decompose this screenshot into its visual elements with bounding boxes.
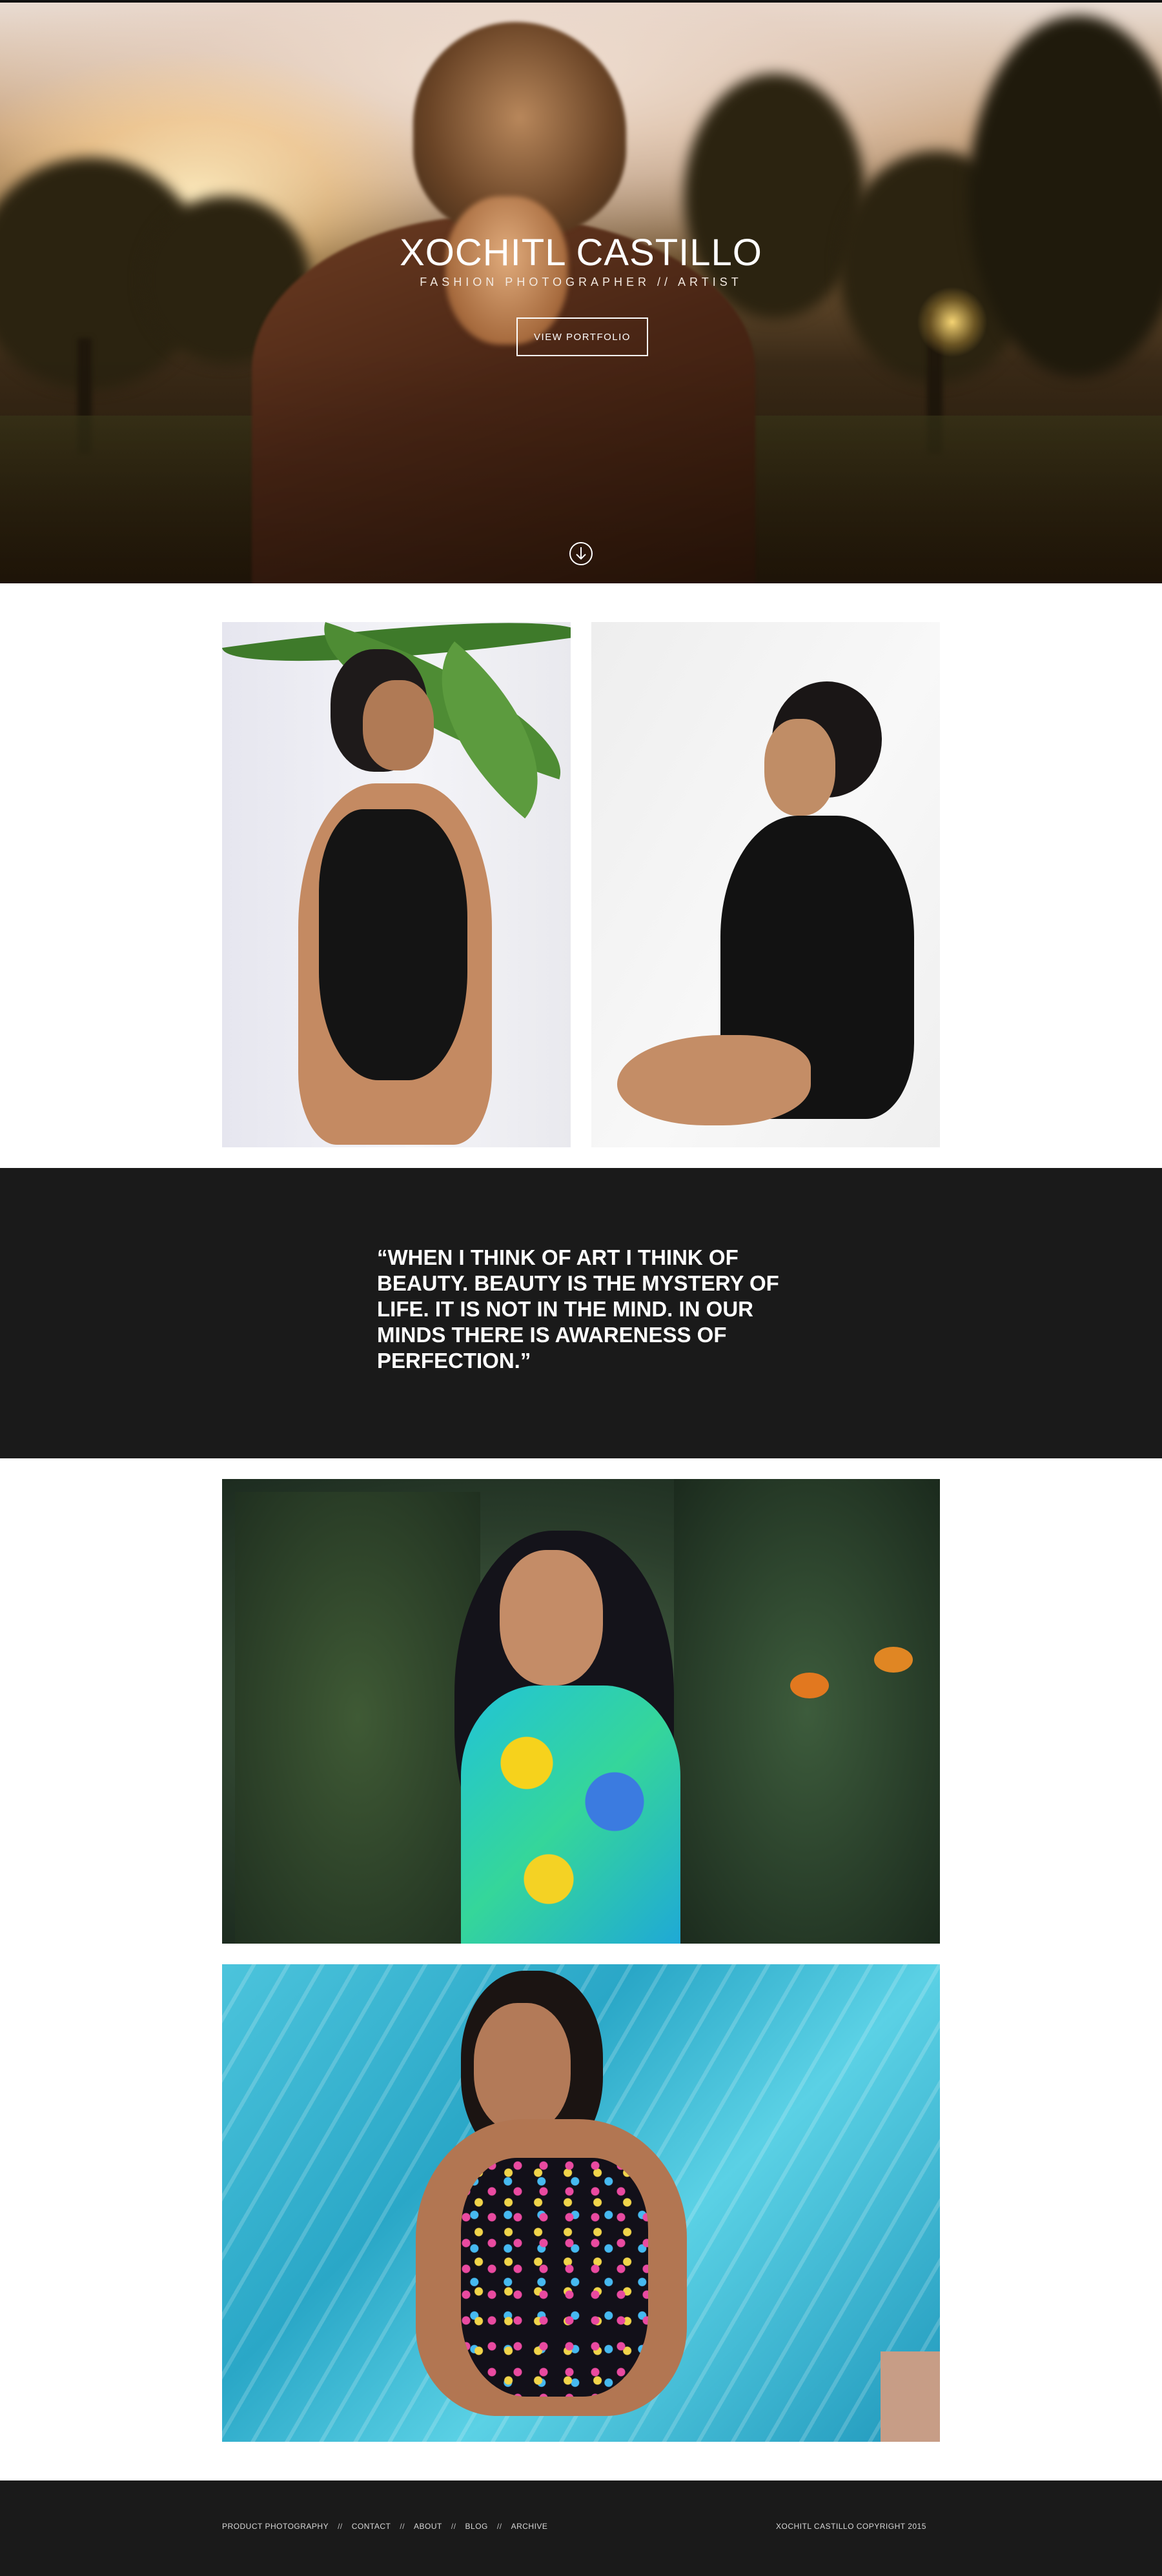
footer-separator: // (451, 2522, 456, 2531)
photo-floral-swimsuit[interactable] (222, 1479, 940, 1944)
model-face (500, 1550, 603, 1685)
footer-link-archive[interactable]: ARCHIVE (511, 2522, 548, 2531)
footer-separator: // (338, 2522, 343, 2531)
model-legs (617, 1035, 811, 1125)
footer-link-product-photography[interactable]: PRODUCT PHOTOGRAPHY (222, 2522, 329, 2531)
model-face (363, 680, 434, 770)
footer-link-blog[interactable]: BLOG (465, 2522, 488, 2531)
bird-of-paradise-flower (790, 1673, 829, 1698)
site-title: XOCHITL CASTILLO (400, 232, 762, 274)
model-face (764, 719, 835, 816)
quote-text: “WHEN I THINK OF ART I THINK OF BEAUTY. … (377, 1245, 779, 1373)
hero-section (0, 3, 1162, 583)
floral-swimsuit (461, 1685, 680, 1944)
bird-of-paradise-flower (874, 1647, 913, 1673)
foliage (235, 1492, 480, 1944)
photo-black-dress[interactable] (591, 622, 940, 1147)
black-swimsuit (319, 809, 467, 1080)
view-portfolio-button[interactable]: VIEW PORTFOLIO (516, 317, 648, 356)
copyright-text: XOCHITL CASTILLO COPYRIGHT 2015 (776, 2522, 926, 2531)
foliage (674, 1479, 940, 1944)
footer-link-contact[interactable]: CONTACT (352, 2522, 391, 2531)
footer-nav: PRODUCT PHOTOGRAPHY // CONTACT // ABOUT … (222, 2522, 547, 2531)
site-subtitle: FASHION PHOTOGRAPHER // ARTIST (420, 276, 742, 288)
photo-black-swimsuit[interactable] (222, 622, 571, 1147)
pool-edge (881, 2351, 940, 2442)
footer (0, 2480, 1162, 2576)
footer-separator: // (400, 2522, 405, 2531)
footer-separator: // (496, 2522, 502, 2531)
model-face (474, 2003, 571, 2132)
photo-pool[interactable] (222, 1964, 940, 2442)
hero-overlay (0, 3, 1162, 583)
footer-link-about[interactable]: ABOUT (414, 2522, 442, 2531)
arrow-down-circle-icon[interactable] (568, 541, 594, 567)
printed-swimsuit (461, 2158, 648, 2397)
